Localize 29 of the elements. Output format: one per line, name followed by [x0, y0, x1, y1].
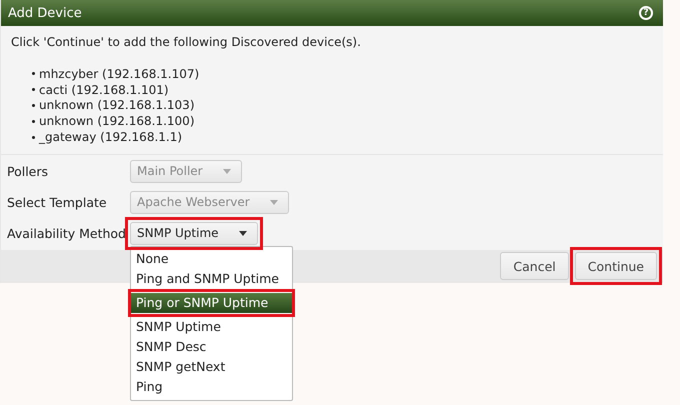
dropdown-option[interactable]: Ping or SNMP Uptime: [131, 293, 292, 313]
bullet-icon: [32, 104, 35, 107]
dialog-title: Add Device: [8, 6, 82, 20]
dropdown-option[interactable]: SNMP getNext: [131, 357, 292, 377]
device-item: mhzcyber (192.168.1.107): [39, 66, 200, 81]
select-field[interactable]: SNMP Uptime: [130, 222, 258, 245]
dropdown-option[interactable]: Ping and SNMP Uptime: [131, 269, 292, 289]
dialog-button[interactable]: Cancel: [500, 252, 569, 280]
dropdown-option[interactable]: SNMP Uptime: [131, 317, 292, 337]
caret-icon: [238, 230, 247, 236]
device-item: cacti (192.168.1.101): [39, 82, 169, 97]
bullet-icon: [32, 120, 35, 123]
field-label: Pollers: [7, 164, 50, 179]
field-label: Availability Method: [7, 226, 127, 241]
field-label: Select Template: [7, 194, 108, 210]
device-item: _gateway (192.168.1.1): [39, 130, 182, 144]
dropdown-option[interactable]: SNMP Desc: [131, 337, 292, 357]
caret-icon: [222, 168, 231, 174]
instruction-text: Click 'Continue' to add the following Discovered device(s).: [10, 34, 362, 51]
help-icon[interactable]: ?: [639, 6, 653, 20]
dropdown-option[interactable]: None: [131, 249, 292, 269]
dialog-button[interactable]: Continue: [574, 252, 657, 280]
caret-icon: [270, 200, 278, 205]
bullet-icon: [32, 72, 35, 76]
device-item: unknown (192.168.1.100): [39, 114, 194, 128]
bullet-icon: [32, 136, 35, 139]
bullet-icon: [32, 88, 35, 92]
device-item: unknown (192.168.1.103): [39, 98, 194, 112]
dropdown-option[interactable]: Ping: [131, 377, 292, 397]
